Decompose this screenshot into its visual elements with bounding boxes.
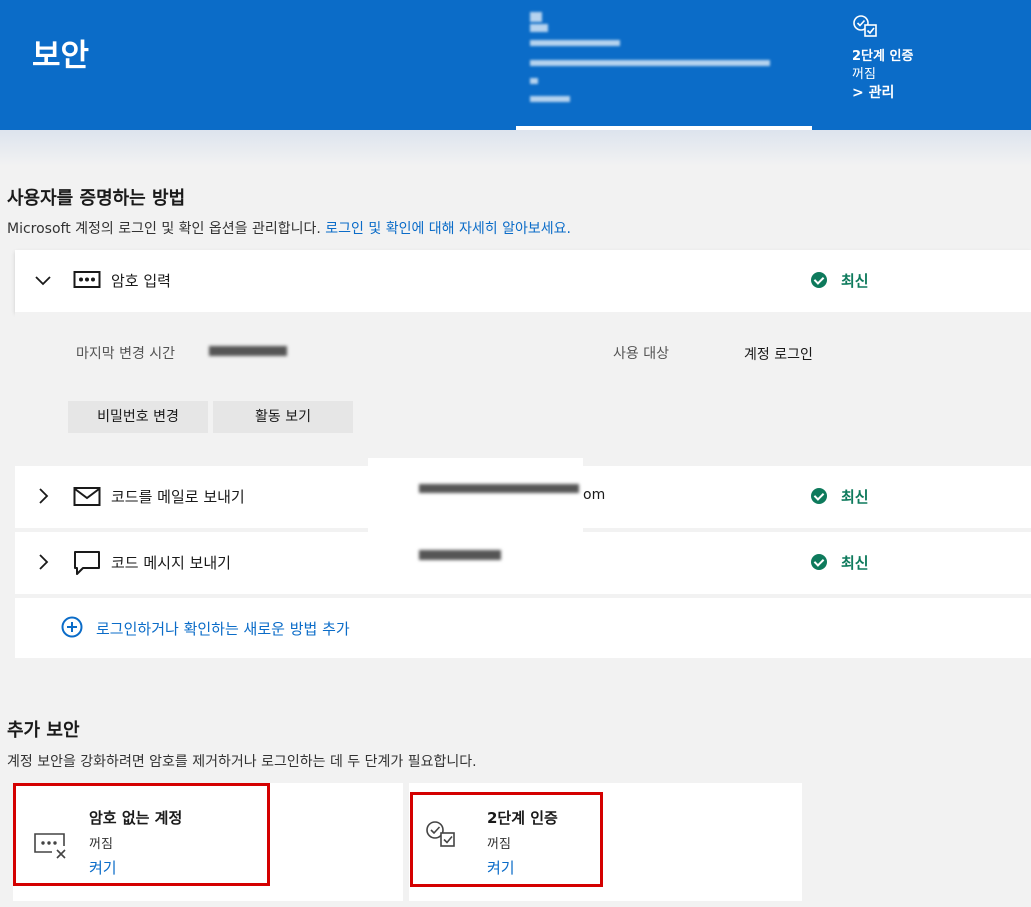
header-shadow [0, 130, 1031, 166]
view-activity-button[interactable]: 활동 보기 [213, 401, 353, 433]
page-header: 보안 2단계 인증 꺼짐 > 관리 [0, 0, 1031, 130]
add-method-link[interactable]: 로그인하거나 확인하는 새로운 방법 추가 [96, 618, 350, 639]
header-two-step-link[interactable]: 2단계 인증 꺼짐 > 관리 [852, 14, 913, 102]
change-password-button[interactable]: 비밀번호 변경 [68, 401, 208, 433]
last-changed-value-redacted [209, 346, 287, 356]
chevron-right-icon[interactable] [35, 488, 51, 504]
methods-section-title: 사용자를 증명하는 방법 [7, 188, 186, 209]
email-redaction-area [368, 458, 583, 528]
two-step-state: 꺼짐 [852, 67, 876, 82]
usage-label: 사용 대상 [613, 346, 669, 362]
method-row-sms[interactable]: 코드 메시지 보내기 최신 [15, 528, 1031, 594]
password-dots-icon [73, 271, 101, 288]
phone-number-redacted [419, 550, 501, 560]
chevron-right-icon[interactable] [35, 554, 51, 570]
page-title: 보안 [32, 38, 90, 74]
method-status-sms: 최신 [811, 552, 869, 573]
chevron-down-icon[interactable] [35, 273, 51, 289]
status-text: 최신 [841, 488, 869, 506]
phone-redaction-area [368, 528, 583, 594]
two-step-check-icon [853, 15, 877, 37]
learn-more-link[interactable]: 로그인 및 확인에 대해 자세히 알아보세요. [325, 221, 571, 237]
method-status-email: 최신 [811, 486, 869, 507]
password-details-panel: 마지막 변경 시간 사용 대상 계정 로그인 비밀번호 변경 활동 보기 [15, 312, 1031, 462]
method-label-password: 암호 입력 [111, 272, 171, 290]
method-status-password: 최신 [811, 270, 869, 291]
highlight-box [410, 792, 603, 887]
methods-description-text: Microsoft 계정의 로그인 및 확인 옵션을 관리합니다. [7, 221, 321, 237]
mail-icon [73, 487, 101, 506]
check-circle-icon [811, 554, 827, 570]
check-circle-icon [811, 488, 827, 504]
two-step-title: 2단계 인증 [852, 49, 914, 64]
method-row-email[interactable]: 코드를 메일로 보내기 om 최신 [15, 458, 1031, 528]
two-step-manage-link[interactable]: > 관리 [852, 84, 913, 102]
method-row-password[interactable]: 암호 입력 최신 [15, 250, 1031, 312]
email-suffix: om [583, 487, 606, 503]
extra-section-description: 계정 보안을 강화하려면 암호를 제거하거나 로그인하는 데 두 단계가 필요합… [7, 754, 477, 770]
last-changed-label: 마지막 변경 시간 [76, 346, 176, 362]
method-label-email: 코드를 메일로 보내기 [111, 488, 245, 506]
email-address-redacted [419, 484, 579, 493]
extra-section-title: 추가 보안 [7, 720, 80, 741]
highlight-box [13, 783, 270, 886]
method-label-sms: 코드 메시지 보내기 [111, 554, 231, 572]
usage-value: 계정 로그인 [744, 347, 813, 363]
add-circle-icon[interactable] [61, 616, 83, 638]
check-circle-icon [811, 272, 827, 288]
methods-section-description: Microsoft 계정의 로그인 및 확인 옵션을 관리합니다. 로그인 및 … [7, 218, 571, 238]
status-text: 최신 [841, 272, 869, 290]
chat-bubble-icon [74, 551, 100, 575]
status-text: 최신 [841, 554, 869, 572]
account-info-redacted [516, 0, 812, 130]
